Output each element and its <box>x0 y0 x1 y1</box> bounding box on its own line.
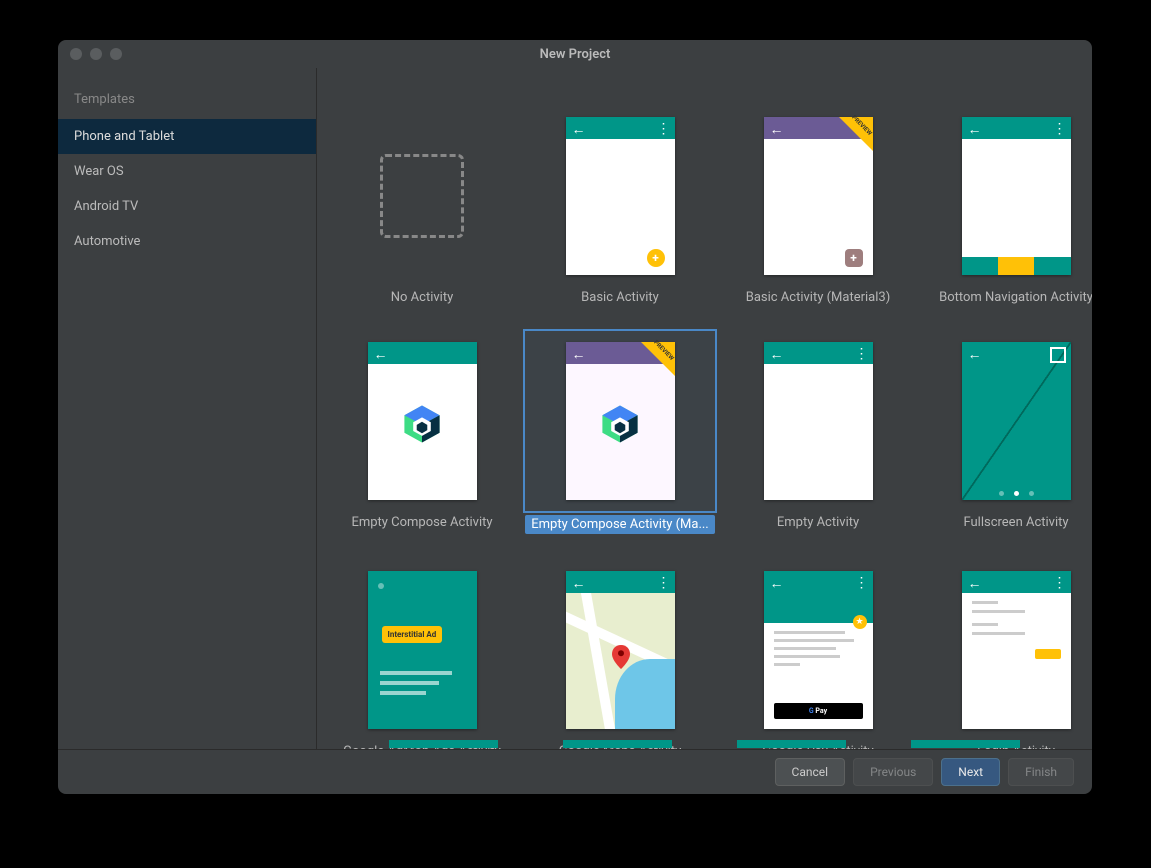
back-arrow-icon: ← <box>770 346 784 363</box>
login-submit-icon <box>1035 649 1061 659</box>
pager-dots-icon <box>962 491 1071 496</box>
template-empty-compose-m3[interactable]: ← PREVIEW Empty Compose Activity (Ma... <box>523 329 717 534</box>
template-basic-activity-m3[interactable]: ← ⋮ PREVIEW + Basic Activity (Material3) <box>721 104 915 305</box>
template-fullscreen[interactable]: ← Fullscreen Activity <box>919 329 1092 534</box>
fab-add-icon: + <box>845 249 863 267</box>
jetpack-compose-icon <box>598 402 642 446</box>
template-label: Fullscreen Activity <box>963 515 1068 530</box>
fullscreen-icon <box>1050 347 1066 363</box>
back-arrow-icon: ← <box>968 121 982 138</box>
back-arrow-icon: ← <box>968 346 982 363</box>
template-admob[interactable]: Interstitial Ad Google AdMob Ads Activit… <box>325 558 519 749</box>
dialog-footer: Cancel Previous Next Finish <box>58 749 1092 794</box>
template-label: Basic Activity <box>581 290 659 305</box>
sidebar-item-automotive[interactable]: Automotive <box>58 224 316 259</box>
star-icon: ★ <box>853 615 867 629</box>
map-pin-icon <box>612 645 630 669</box>
sidebar-item-android-tv[interactable]: Android TV <box>58 189 316 224</box>
titlebar: New Project <box>58 40 1092 68</box>
sidebar-item-phone-tablet[interactable]: Phone and Tablet <box>58 119 316 154</box>
back-arrow-icon: ← <box>572 575 586 592</box>
sidebar: Templates Phone and Tablet Wear OS Andro… <box>58 68 317 749</box>
jetpack-compose-icon <box>400 402 444 446</box>
template-label: No Activity <box>391 290 453 305</box>
back-arrow-icon: ← <box>770 121 784 138</box>
back-arrow-icon: ← <box>572 121 586 138</box>
back-arrow-icon: ← <box>968 575 982 592</box>
template-label: Basic Activity (Material3) <box>746 290 891 305</box>
overflow-menu-icon: ⋮ <box>855 346 867 362</box>
gpay-button-icon: G G PayPay <box>774 703 863 719</box>
back-arrow-icon: ← <box>770 575 784 592</box>
back-arrow-icon: ← <box>572 346 586 363</box>
template-empty-activity[interactable]: ← ⋮ Empty Activity <box>721 329 915 534</box>
template-google-pay[interactable]: ← ⋮ ★ G G PayPay Google Pay Activity <box>721 558 915 749</box>
template-google-maps[interactable]: ← ⋮ Google Maps Activity <box>523 558 717 749</box>
overflow-menu-icon: ⋮ <box>1053 121 1065 137</box>
previous-button: Previous <box>853 758 933 786</box>
overflow-menu-icon: ⋮ <box>1053 575 1065 591</box>
overflow-menu-icon: ⋮ <box>855 575 867 591</box>
template-bottom-navigation[interactable]: ← ⋮ Bottom Navigation Activity <box>919 104 1092 305</box>
template-label: Bottom Navigation Activity <box>939 290 1092 305</box>
partial-next-row <box>316 740 1092 748</box>
dashed-placeholder-icon <box>380 154 464 238</box>
new-project-dialog: New Project Templates Phone and Tablet W… <box>58 40 1092 794</box>
next-button[interactable]: Next <box>941 758 1000 786</box>
overflow-menu-icon: ⋮ <box>657 121 669 137</box>
interstitial-ad-chip: Interstitial Ad <box>382 626 443 643</box>
back-arrow-icon: ← <box>374 346 388 363</box>
sidebar-header: Templates <box>58 84 316 119</box>
overflow-menu-icon: ⋮ <box>657 575 669 591</box>
window-title: New Project <box>58 47 1092 62</box>
fab-add-icon: + <box>647 249 665 267</box>
template-label: Empty Activity <box>777 515 859 530</box>
cancel-button[interactable]: Cancel <box>775 758 846 786</box>
template-basic-activity[interactable]: ← ⋮ + Basic Activity <box>523 104 717 305</box>
template-login[interactable]: ← ⋮ Login Activity <box>919 558 1092 749</box>
sidebar-item-wear-os[interactable]: Wear OS <box>58 154 316 189</box>
template-label: Empty Compose Activity <box>351 515 492 530</box>
template-gallery: No Activity ← ⋮ + Basic Activity <box>317 68 1092 749</box>
template-no-activity[interactable]: No Activity <box>325 104 519 305</box>
finish-button: Finish <box>1008 758 1074 786</box>
template-empty-compose[interactable]: ← Empty Compose Activity <box>325 329 519 534</box>
template-label: Empty Compose Activity (Ma... <box>525 515 714 534</box>
